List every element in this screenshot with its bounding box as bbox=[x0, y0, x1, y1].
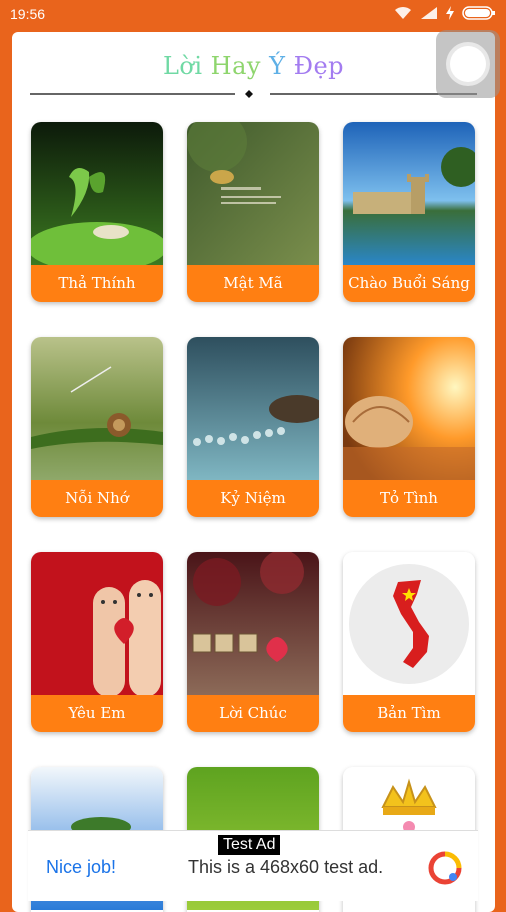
floating-button-circle-icon bbox=[450, 46, 486, 82]
category-label: Yêu Em bbox=[31, 695, 163, 732]
status-bar: 19:56 bbox=[0, 0, 506, 28]
category-label: Bản Tìm bbox=[343, 695, 475, 732]
content-card: Lời Hay Ý Đẹp Thả Thính Mật Mã Chào Buổi… bbox=[12, 32, 495, 912]
category-tile[interactable]: Thả Thính bbox=[31, 122, 163, 302]
signal-icon bbox=[421, 7, 437, 19]
category-tile[interactable]: Mật Mã bbox=[187, 122, 319, 302]
wifi-icon bbox=[395, 6, 411, 19]
category-label: Mật Mã bbox=[187, 265, 319, 302]
title-word-1: Lời bbox=[162, 52, 203, 80]
category-label: Chào Buổi Sáng bbox=[343, 265, 475, 302]
status-icons bbox=[394, 5, 496, 21]
category-image bbox=[343, 552, 475, 695]
category-image bbox=[31, 337, 163, 480]
category-tile[interactable]: Chào Buổi Sáng bbox=[343, 122, 475, 302]
category-image bbox=[187, 552, 319, 695]
category-image bbox=[343, 337, 475, 480]
category-label: Lời Chúc bbox=[187, 695, 319, 732]
category-image bbox=[187, 337, 319, 480]
category-image bbox=[31, 552, 163, 695]
category-tile[interactable]: Lời Chúc bbox=[187, 552, 319, 732]
status-time: 19:56 bbox=[10, 6, 46, 22]
category-image bbox=[343, 122, 475, 265]
page-title: Lời Hay Ý Đẹp bbox=[12, 52, 495, 80]
category-tile[interactable]: Kỷ Niệm bbox=[187, 337, 319, 517]
battery-icon bbox=[462, 6, 495, 20]
admob-logo-icon bbox=[428, 851, 462, 885]
ad-message: This is a 468x60 test ad. bbox=[188, 857, 384, 877]
category-tile[interactable]: Bản Tìm bbox=[343, 552, 475, 732]
category-tile[interactable]: Nỗi Nhớ bbox=[31, 337, 163, 517]
category-image bbox=[31, 122, 163, 265]
title-word-2: Hay bbox=[210, 52, 261, 80]
category-label: Thả Thính bbox=[31, 265, 163, 302]
floating-assistive-button[interactable] bbox=[436, 30, 500, 98]
title-divider bbox=[30, 90, 477, 98]
title-word-4: Đẹp bbox=[293, 52, 345, 80]
category-tile[interactable]: Yêu Em bbox=[31, 552, 163, 732]
ad-banner[interactable]: Test Ad Nice job! This is a 468x60 test … bbox=[28, 830, 478, 901]
category-label: Tỏ Tình bbox=[343, 480, 475, 517]
category-label: Kỷ Niệm bbox=[187, 480, 319, 517]
category-label: Nỗi Nhớ bbox=[31, 480, 163, 517]
title-word-3: Ý bbox=[269, 52, 286, 80]
charging-icon bbox=[446, 6, 454, 20]
category-image bbox=[187, 122, 319, 265]
ad-tag: Test Ad bbox=[218, 835, 281, 855]
category-tile[interactable]: Tỏ Tình bbox=[343, 337, 475, 517]
ad-cta[interactable]: Nice job! bbox=[46, 857, 116, 878]
